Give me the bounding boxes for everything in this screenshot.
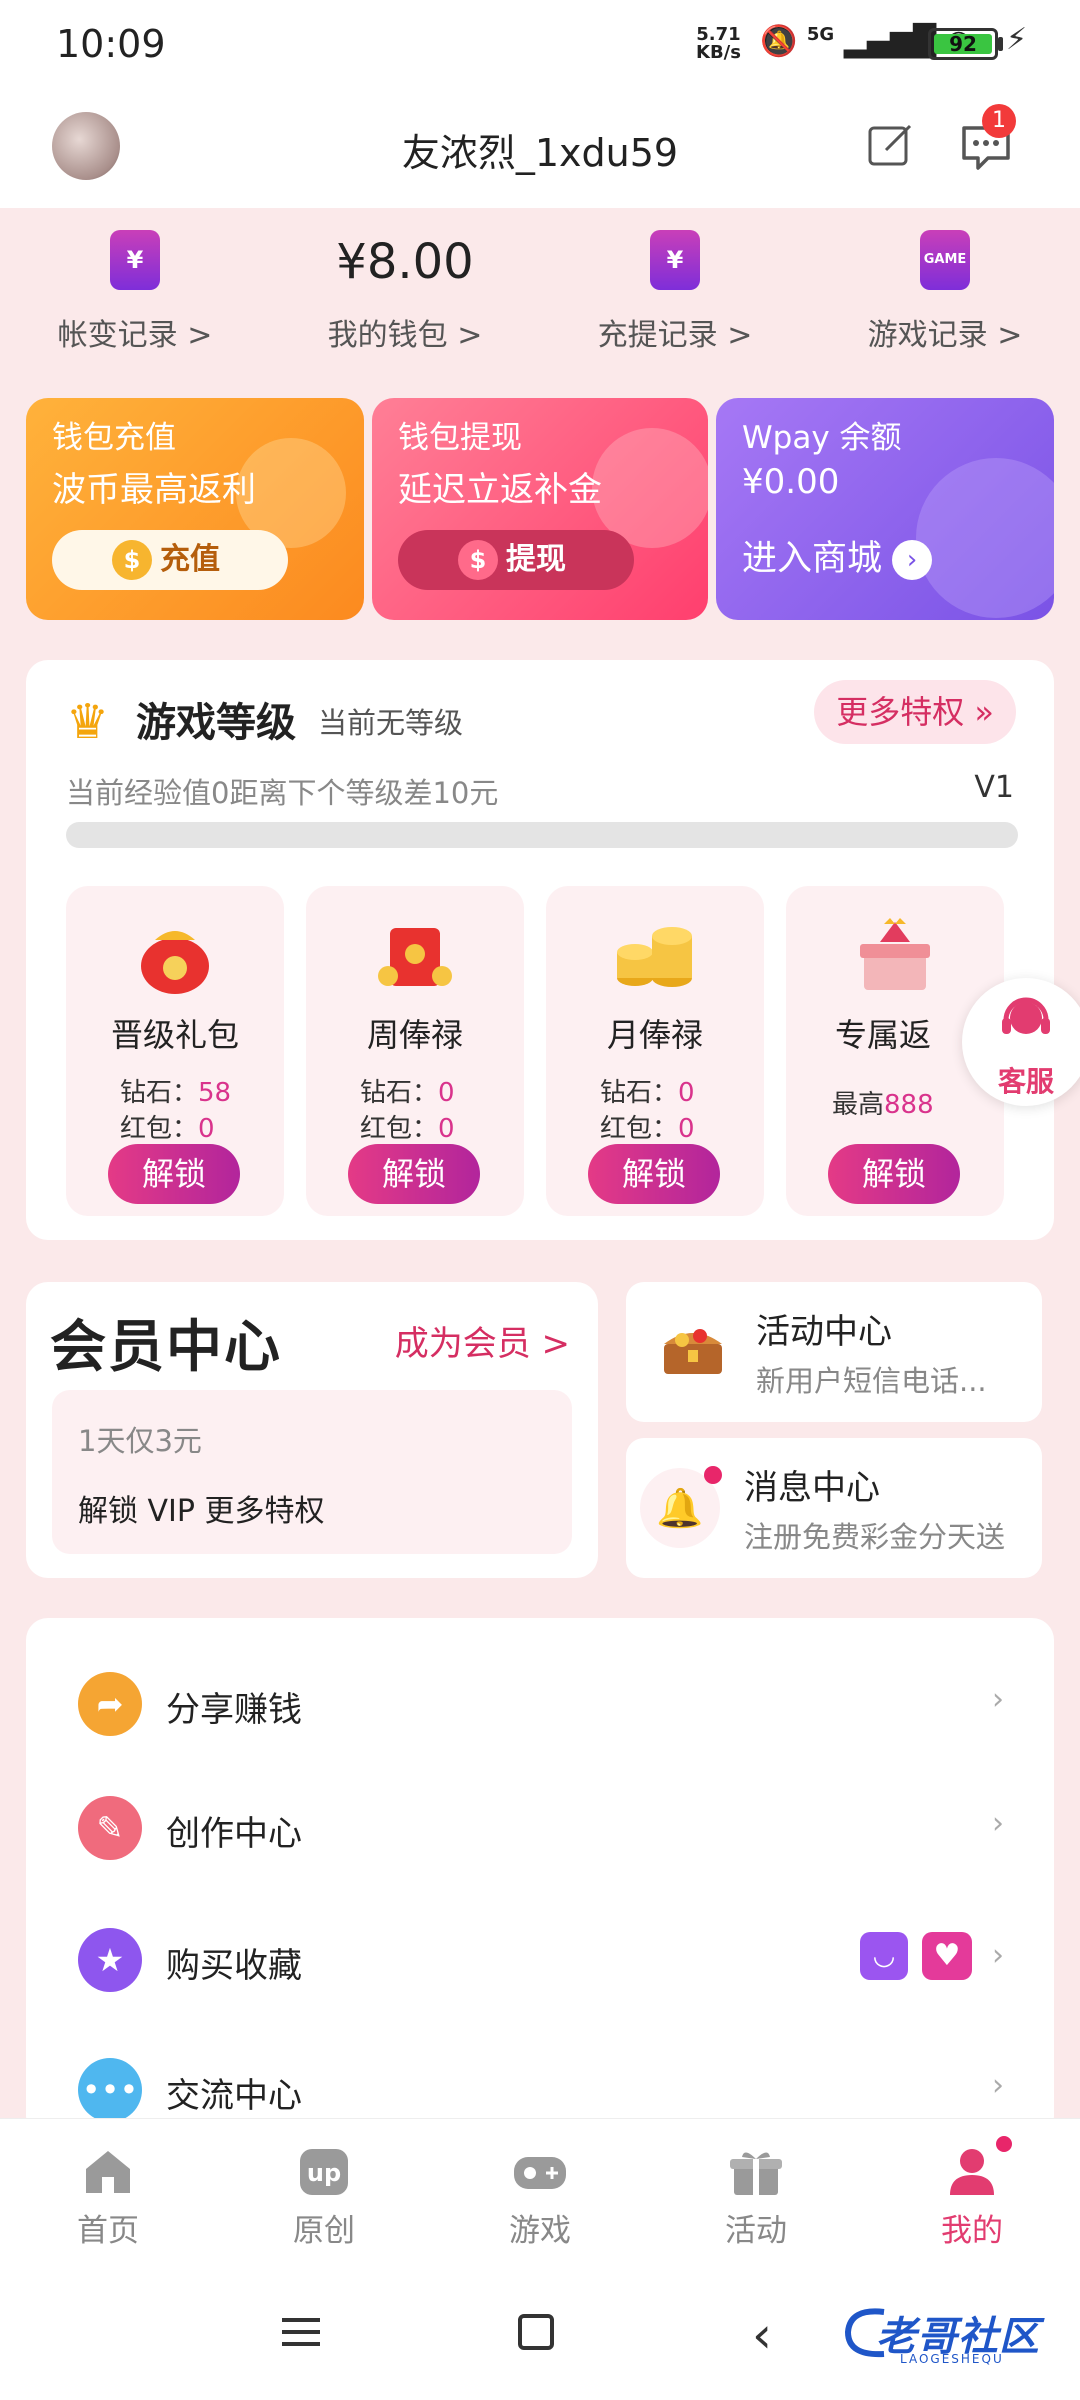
bottom-tab-bar: 首页 up 原创 游戏 活动 我的 (0, 2118, 1080, 2268)
signal-icon: ▂▄▆█ (843, 24, 937, 59)
svg-text:up: up (307, 2159, 341, 2187)
chevron-right-icon: › (992, 1806, 1004, 1841)
headset-icon (1002, 997, 1050, 1034)
enter-mall-link[interactable]: 进入商城 › (742, 530, 933, 581)
perk-card: 周俸禄 钻石：0 红包：0 解锁 (306, 886, 524, 1216)
profile-header: 友浓烈_1xdu59 1 (0, 90, 1080, 208)
network-type: 5G (806, 24, 835, 45)
message-badge: 1 (982, 104, 1016, 138)
activity-center-card[interactable]: 活动中心 新用户短信电话... (626, 1282, 1042, 1422)
member-center-card[interactable]: 会员中心 成为会员 > 1天仅3元 解锁 VIP 更多特权 (26, 1282, 598, 1578)
recharge-button[interactable]: $ 充值 (52, 530, 288, 590)
treasure-chest-icon (664, 1329, 722, 1374)
home-square-icon[interactable] (518, 2314, 554, 2350)
home-icon (86, 2151, 130, 2193)
current-level: 当前无等级 (318, 706, 464, 740)
tab-original[interactable]: up 原创 (216, 2119, 432, 2269)
unlock-button[interactable]: 解锁 (588, 1144, 720, 1204)
chevron-right-icon: › (892, 540, 933, 580)
chevron-right-icon: › (992, 1682, 1004, 1717)
up-icon: up (300, 2149, 348, 2195)
withdraw-button[interactable]: $ 提现 (398, 530, 634, 590)
red-envelope-icon (378, 928, 452, 986)
recharge-card[interactable]: 钱包充值 波币最高返利 $ 充值 (26, 398, 364, 620)
gift-icon (730, 2152, 782, 2195)
wallet-amount: ¥8.00 (336, 234, 474, 290)
become-member-link[interactable]: 成为会员 > (395, 1316, 570, 1365)
share-icon: ➦ (78, 1672, 142, 1736)
perk-card: 晋级礼包 钻石：58 红包：0 解锁 (66, 886, 284, 1216)
watermark-logo: 老哥社区 LAOGESHEQU (840, 2300, 1066, 2370)
profile-icon (950, 2149, 994, 2195)
my-wallet[interactable]: ¥8.00 我的钱包 > (270, 208, 540, 388)
tab-games[interactable]: 游戏 (432, 2119, 648, 2269)
withdraw-card[interactable]: 钱包提现 延迟立返补金 $ 提现 (372, 398, 708, 620)
mute-icon: 🔕 (760, 24, 798, 59)
customer-service-button[interactable]: 客服 (962, 978, 1080, 1106)
chat-icon: ••• (78, 2058, 142, 2122)
mine-notification-dot (996, 2136, 1012, 2152)
vip-offer-box[interactable]: 1天仅3元 解锁 VIP 更多特权 (52, 1390, 572, 1554)
exp-progress-bar (66, 822, 1018, 848)
menu-item-create[interactable]: ✎ 创作中心 › (26, 1766, 1054, 1890)
perk-card: 月俸禄 钻石：0 红包：0 解锁 (546, 886, 764, 1216)
menu-item-purchases[interactable]: ★ 购买收藏 ◡ ♥ › (26, 1898, 1054, 2022)
game-level-panel: ♛ 游戏等级 当前无等级 更多特权 » 当前经验值0距离下个等级差10元 V1 … (26, 660, 1054, 1240)
menu-list: ➦ 分享赚钱 › ✎ 创作中心 › ★ 购买收藏 ◡ ♥ › ••• 交流中心 … (26, 1618, 1054, 2138)
records-row: ¥ 帐变记录 > ¥8.00 我的钱包 > ¥ 充提记录 > GAME 游戏记录… (0, 208, 1080, 388)
battery-icon: 92 (928, 28, 998, 60)
crown-icon: ♛ (66, 694, 110, 750)
shopping-bag-icon: ◡ (860, 1932, 908, 1980)
pencil-icon: ✎ (78, 1796, 142, 1860)
unread-dot (704, 1466, 722, 1484)
status-bar: 10:09 5.71 KB/s 🔕 5G ▂▄▆█ ◠ 92 ⚡ (0, 0, 1080, 90)
tab-activity[interactable]: 活动 (648, 2119, 864, 2269)
red-lucky-bag-icon (141, 931, 209, 994)
edit-icon[interactable] (866, 120, 916, 170)
yuan-wallet-icon: ¥ (650, 230, 700, 290)
game-phone-icon: GAME (920, 230, 970, 290)
tab-home[interactable]: 首页 (0, 2119, 216, 2269)
more-privileges-button[interactable]: 更多特权 » (814, 680, 1016, 744)
dollar-coin-icon: $ (458, 540, 498, 580)
unlock-button[interactable]: 解锁 (348, 1144, 480, 1204)
menu-item-share[interactable]: ➦ 分享赚钱 › (26, 1642, 1054, 1766)
account-change-record[interactable]: ¥ 帐变记录 > (0, 208, 270, 388)
gold-coins-icon (617, 927, 692, 987)
message-center-card[interactable]: 🔔 消息中心 注册免费彩金分天送 (626, 1438, 1042, 1578)
charging-icon: ⚡ (1006, 22, 1028, 57)
deposit-withdraw-record[interactable]: ¥ 充提记录 > (540, 208, 810, 388)
gift-box-icon (860, 918, 930, 990)
battery-tip (998, 37, 1003, 51)
game-record[interactable]: GAME 游戏记录 > (810, 208, 1080, 388)
yuan-wallet-icon: ¥ (110, 230, 160, 290)
gamepad-icon (514, 2157, 566, 2189)
wpay-card[interactable]: Wpay 余额 ¥0.00 进入商城 › (716, 398, 1054, 620)
star-icon: ★ (78, 1928, 142, 1992)
status-time: 10:09 (56, 22, 166, 66)
username: 友浓烈_1xdu59 (401, 131, 679, 175)
unlock-button[interactable]: 解锁 (108, 1144, 240, 1204)
tab-mine[interactable]: 我的 (864, 2119, 1080, 2269)
unlock-button[interactable]: 解锁 (828, 1144, 960, 1204)
net-speed: 5.71 KB/s (696, 24, 741, 63)
menu-icon[interactable] (282, 2316, 320, 2348)
heart-icon: ♥ (922, 1932, 972, 1980)
back-icon[interactable]: ‹ (752, 2306, 772, 2364)
chevron-right-icon: › (992, 2068, 1004, 2103)
chevron-right-icon: › (992, 1938, 1004, 1973)
exp-text: 当前经验值0距离下个等级差10元 (66, 776, 499, 810)
game-level-title: 游戏等级 (136, 700, 296, 746)
next-level-label: V1 (974, 770, 1014, 805)
dollar-coin-icon: $ (112, 540, 152, 580)
member-center-title: 会员中心 (50, 1315, 282, 1380)
